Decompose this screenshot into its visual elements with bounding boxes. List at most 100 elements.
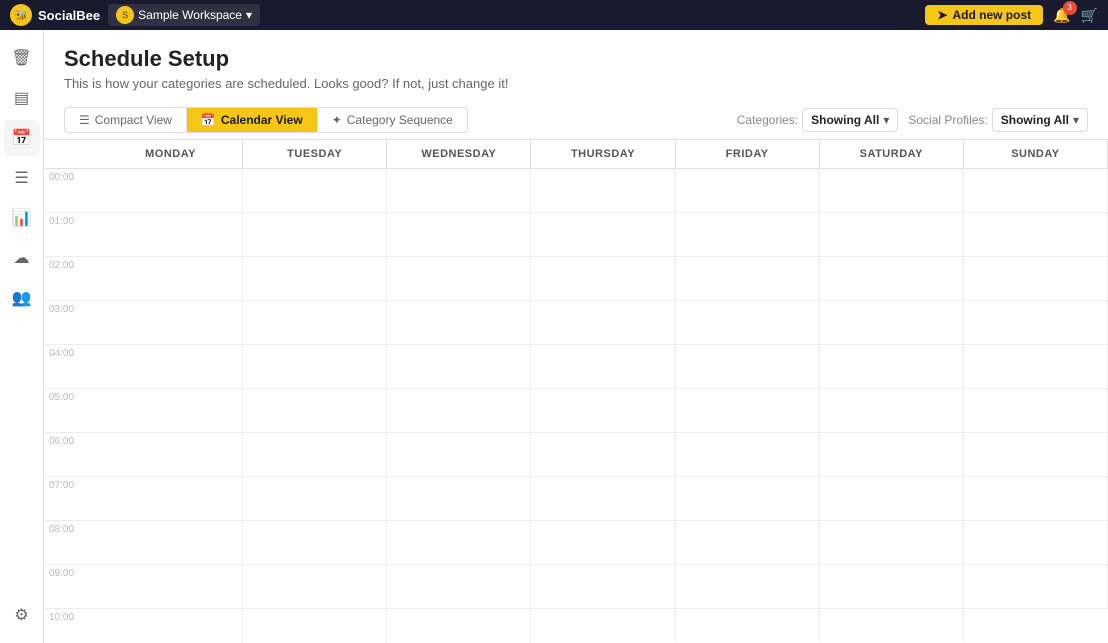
calendar-cell-2-5[interactable] <box>387 389 531 433</box>
calendar-cell-4-1[interactable] <box>676 213 820 257</box>
calendar-cell-6-2[interactable] <box>964 257 1108 301</box>
calendar-cell-2-2[interactable] <box>387 257 531 301</box>
calendar-cell-4-0[interactable] <box>676 169 820 213</box>
calendar-cell-6-9[interactable] <box>964 565 1108 609</box>
calendar-cell-6-7[interactable] <box>964 477 1108 521</box>
calendar-cell-4-4[interactable] <box>676 345 820 389</box>
calendar-cell-2-9[interactable] <box>387 565 531 609</box>
calendar-cell-0-2[interactable] <box>99 257 243 301</box>
calendar-cell-3-10[interactable] <box>531 609 675 642</box>
sidebar-item-list[interactable]: ☰ <box>4 160 40 196</box>
time-label-1000: 10:00 <box>44 609 99 642</box>
calendar-cell-1-9[interactable] <box>243 565 387 609</box>
time-label-0600: 06:00 <box>44 433 99 477</box>
calendar-cell-3-6[interactable] <box>531 433 675 477</box>
notification-badge: 3 <box>1063 1 1077 15</box>
sidebar-item-users[interactable]: 👥 <box>4 280 40 316</box>
sidebar-item-layers[interactable]: ▤ <box>4 80 40 116</box>
calendar-cell-2-0[interactable] <box>387 169 531 213</box>
logo-icon: 🐝 <box>10 4 32 26</box>
calendar-cell-2-1[interactable] <box>387 213 531 257</box>
calendar-cell-3-0[interactable] <box>531 169 675 213</box>
calendar-cell-0-0[interactable] <box>99 169 243 213</box>
calendar-cell-4-6[interactable] <box>676 433 820 477</box>
calendar-cell-4-8[interactable] <box>676 521 820 565</box>
calendar-cell-1-6[interactable] <box>243 433 387 477</box>
calendar-cell-2-6[interactable] <box>387 433 531 477</box>
calendar-cell-4-3[interactable] <box>676 301 820 345</box>
calendar-cell-0-6[interactable] <box>99 433 243 477</box>
calendar-cell-3-9[interactable] <box>531 565 675 609</box>
notifications-button[interactable]: 🔔 3 <box>1053 7 1070 24</box>
calendar-cell-5-1[interactable] <box>820 213 964 257</box>
cart-button[interactable]: 🛒 <box>1081 7 1098 24</box>
calendar-cell-0-1[interactable] <box>99 213 243 257</box>
calendar-cell-3-7[interactable] <box>531 477 675 521</box>
calendar-cell-1-10[interactable] <box>243 609 387 642</box>
sidebar-item-analytics[interactable]: 📊 <box>4 200 40 236</box>
sidebar-item-trash[interactable]: 🗑 <box>4 40 40 76</box>
calendar-cell-6-8[interactable] <box>964 521 1108 565</box>
calendar-cell-1-0[interactable] <box>243 169 387 213</box>
calendar-cell-3-4[interactable] <box>531 345 675 389</box>
calendar-cell-2-4[interactable] <box>387 345 531 389</box>
compact-view-tab[interactable]: ☰ Compact View <box>65 108 186 132</box>
calendar-cell-1-8[interactable] <box>243 521 387 565</box>
calendar-cell-5-4[interactable] <box>820 345 964 389</box>
calendar-cell-6-3[interactable] <box>964 301 1108 345</box>
calendar-cell-6-4[interactable] <box>964 345 1108 389</box>
calendar-cell-2-7[interactable] <box>387 477 531 521</box>
category-sequence-tab[interactable]: ✦ Category Sequence <box>317 108 467 132</box>
calendar-cell-0-5[interactable] <box>99 389 243 433</box>
calendar-cell-5-7[interactable] <box>820 477 964 521</box>
calendar-cell-5-5[interactable] <box>820 389 964 433</box>
workspace-selector[interactable]: S Sample Workspace ▾ <box>108 4 260 26</box>
calendar-cell-5-9[interactable] <box>820 565 964 609</box>
sidebar-item-calendar[interactable]: 📅 <box>4 120 40 156</box>
calendar-cell-0-10[interactable] <box>99 609 243 642</box>
calendar-cell-3-3[interactable] <box>531 301 675 345</box>
calendar-cell-2-10[interactable] <box>387 609 531 642</box>
calendar-cell-3-2[interactable] <box>531 257 675 301</box>
calendar-cell-0-4[interactable] <box>99 345 243 389</box>
calendar-cell-3-1[interactable] <box>531 213 675 257</box>
profiles-select[interactable]: Showing All ▾ <box>992 108 1088 132</box>
calendar-cell-5-6[interactable] <box>820 433 964 477</box>
calendar-cell-3-8[interactable] <box>531 521 675 565</box>
sidebar-item-settings[interactable]: ⚙ <box>4 597 40 633</box>
calendar-cell-5-3[interactable] <box>820 301 964 345</box>
calendar-view-tab[interactable]: 📅 Calendar View <box>186 108 317 132</box>
calendar-cell-0-9[interactable] <box>99 565 243 609</box>
calendar-cell-0-7[interactable] <box>99 477 243 521</box>
nav-right: ➤ Add new post 🔔 3 🛒 <box>925 5 1098 25</box>
calendar-cell-4-7[interactable] <box>676 477 820 521</box>
calendar-cell-4-9[interactable] <box>676 565 820 609</box>
calendar-cell-4-2[interactable] <box>676 257 820 301</box>
calendar-cell-3-5[interactable] <box>531 389 675 433</box>
calendar-cell-2-8[interactable] <box>387 521 531 565</box>
calendar-cell-0-8[interactable] <box>99 521 243 565</box>
calendar-cell-5-0[interactable] <box>820 169 964 213</box>
calendar-cell-1-3[interactable] <box>243 301 387 345</box>
calendar-cell-6-1[interactable] <box>964 213 1108 257</box>
calendar-cell-4-5[interactable] <box>676 389 820 433</box>
calendar-cell-5-8[interactable] <box>820 521 964 565</box>
calendar-cell-1-4[interactable] <box>243 345 387 389</box>
compact-icon: ☰ <box>79 113 90 127</box>
calendar-cell-2-3[interactable] <box>387 301 531 345</box>
sidebar-item-cloud[interactable]: ☁ <box>4 240 40 276</box>
calendar-cell-5-2[interactable] <box>820 257 964 301</box>
calendar-cell-6-6[interactable] <box>964 433 1108 477</box>
calendar-cell-0-3[interactable] <box>99 301 243 345</box>
calendar-cell-1-7[interactable] <box>243 477 387 521</box>
calendar-cell-4-10[interactable] <box>676 609 820 642</box>
calendar-cell-1-2[interactable] <box>243 257 387 301</box>
calendar-cell-5-10[interactable] <box>820 609 964 642</box>
categories-select[interactable]: Showing All ▾ <box>802 108 898 132</box>
calendar-cell-6-0[interactable] <box>964 169 1108 213</box>
calendar-cell-1-5[interactable] <box>243 389 387 433</box>
calendar-cell-6-5[interactable] <box>964 389 1108 433</box>
calendar-cell-6-10[interactable] <box>964 609 1108 642</box>
calendar-cell-1-1[interactable] <box>243 213 387 257</box>
add-post-button[interactable]: ➤ Add new post <box>925 5 1043 25</box>
